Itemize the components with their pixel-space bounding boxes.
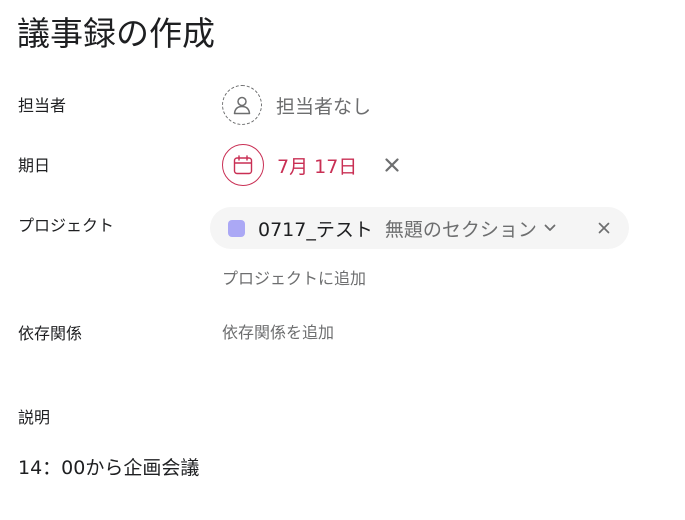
- project-name[interactable]: 0717_テスト: [258, 215, 373, 242]
- assignee-value: 担当者なし: [276, 95, 372, 118]
- description-text[interactable]: 14：00から企画会議: [18, 455, 199, 481]
- calendar-icon[interactable]: [222, 144, 264, 186]
- project-color-swatch: [228, 219, 245, 237]
- close-icon[interactable]: [383, 156, 401, 174]
- chevron-down-icon: [543, 221, 557, 235]
- assignee-button[interactable]: 担当者なし: [222, 84, 371, 126]
- project-token: 0717_テスト 無題のセクション: [210, 207, 629, 249]
- due-date-label: 期日: [18, 156, 51, 175]
- add-to-project-button[interactable]: プロジェクトに追加: [222, 268, 366, 290]
- section-dropdown[interactable]: 無題のセクション: [385, 215, 557, 242]
- assignee-label: 担当者: [18, 96, 67, 115]
- description-label: 説明: [18, 408, 51, 427]
- task-title[interactable]: 議事録の作成: [17, 12, 215, 56]
- due-date-value[interactable]: 7月 17日: [277, 152, 357, 179]
- add-dependency-button[interactable]: 依存関係を追加: [222, 322, 334, 344]
- projects-label: プロジェクト: [18, 216, 115, 235]
- due-date-field: 7月 17日: [222, 144, 401, 186]
- remove-project-icon[interactable]: [596, 220, 612, 236]
- dependencies-label: 依存関係: [18, 324, 83, 343]
- person-icon: [222, 85, 262, 125]
- section-name: 無題のセクション: [384, 218, 537, 241]
